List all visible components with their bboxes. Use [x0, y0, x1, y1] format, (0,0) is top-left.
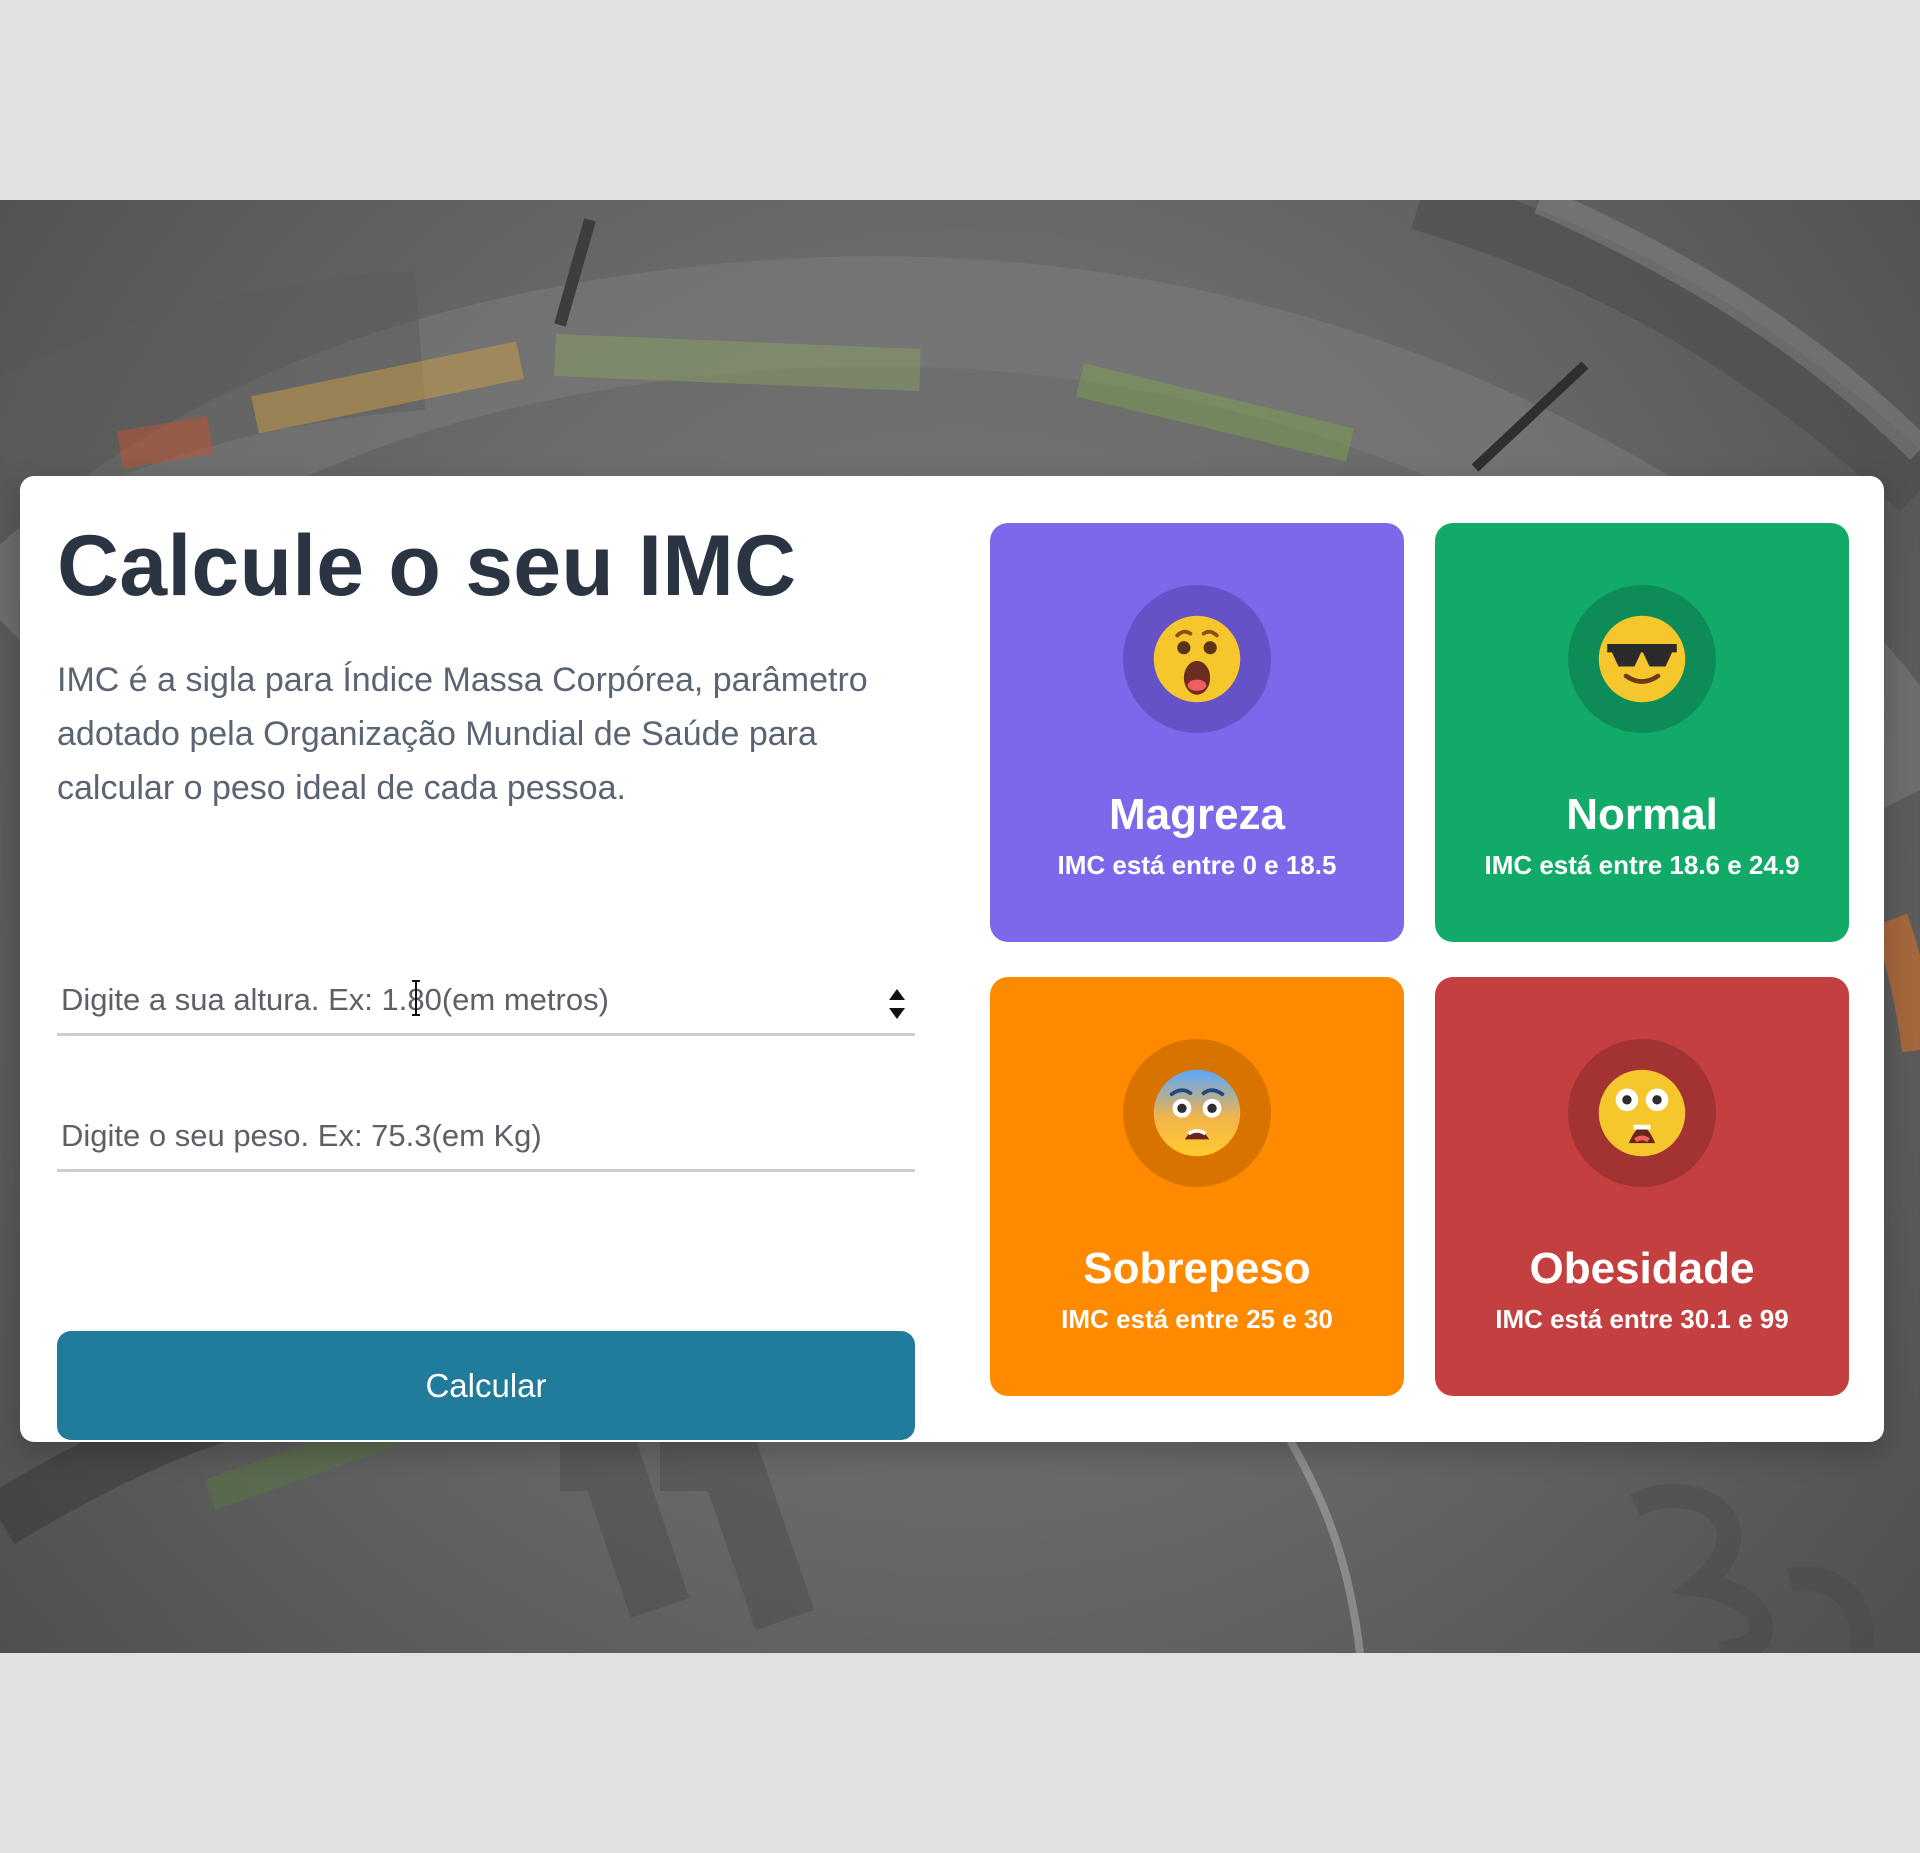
obesidade-emoji-container	[1568, 1039, 1716, 1187]
weight-input[interactable]	[57, 1102, 915, 1172]
fearful-face-icon	[1153, 1069, 1241, 1157]
stepper-arrows-icon	[889, 989, 905, 1019]
imc-category-grid: Magreza IMC está entre 0 e 18.5 Normal I…	[990, 523, 1854, 1396]
sunglasses-face-icon	[1598, 615, 1686, 703]
category-range-obesidade: IMC está entre 30.1 e 99	[1495, 1304, 1789, 1334]
height-stepper[interactable]	[885, 986, 909, 1022]
magreza-emoji-container	[1123, 585, 1271, 733]
calculate-button[interactable]: Calcular	[57, 1331, 915, 1440]
imc-calculator-card: Calcule o seu IMC IMC é a sigla para Índ…	[20, 476, 1884, 1442]
category-range-magreza: IMC está entre 0 e 18.5	[1057, 850, 1337, 880]
category-range-sobrepeso: IMC está entre 25 e 30	[1061, 1304, 1333, 1334]
sobrepeso-emoji-container	[1123, 1039, 1271, 1187]
shocked-face-icon	[1153, 615, 1241, 703]
category-title-sobrepeso: Sobrepeso	[1083, 1244, 1311, 1293]
astonished-face-icon	[1598, 1069, 1686, 1157]
category-title-magreza: Magreza	[1108, 790, 1286, 839]
category-card-normal: Normal IMC está entre 18.6 e 24.9	[1435, 523, 1849, 942]
category-card-obesidade: Obesidade IMC está entre 30.1 e 99	[1435, 977, 1849, 1396]
height-input[interactable]	[57, 966, 915, 1036]
normal-emoji-container	[1568, 585, 1716, 733]
imc-screen: Calcule o seu IMC IMC é a sigla para Índ…	[0, 200, 1920, 1653]
category-title-obesidade: Obesidade	[1529, 1244, 1755, 1293]
category-card-magreza: Magreza IMC está entre 0 e 18.5	[990, 523, 1404, 942]
category-card-sobrepeso: Sobrepeso IMC está entre 25 e 30	[990, 977, 1404, 1396]
page-title: Calcule o seu IMC	[57, 518, 797, 614]
calculator-panel: Calcule o seu IMC IMC é a sigla para Índ…	[57, 518, 915, 1440]
category-range-normal: IMC está entre 18.6 e 24.9	[1484, 850, 1800, 880]
imc-description: IMC é a sigla para Índice Massa Corpórea…	[57, 661, 868, 808]
category-title-normal: Normal	[1566, 790, 1718, 839]
